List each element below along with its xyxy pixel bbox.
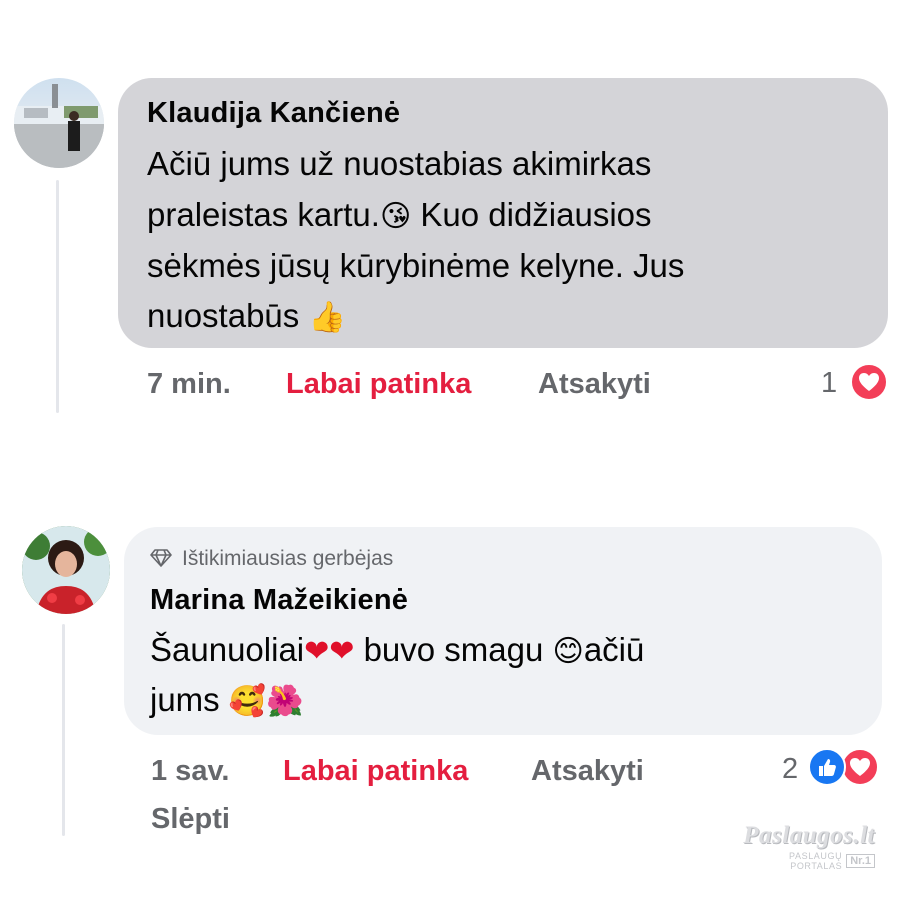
avatar-marina[interactable] (22, 526, 110, 614)
comment-text-line: Ačiū jums už nuostabias akimirkas (147, 145, 652, 182)
like-button[interactable]: Labai patinka (286, 368, 471, 401)
love-reaction-icon (841, 748, 879, 786)
top-fan-badge[interactable]: Ištikimiausias gerbėjas (150, 547, 393, 573)
person-photo-icon (14, 84, 104, 168)
comment-author[interactable]: Marina Mažeikienė (150, 584, 408, 617)
hide-replies-button[interactable]: Slėpti (151, 803, 230, 836)
thumbs-up-emoji-icon: 👍 (308, 300, 346, 335)
smiling-emoji-icon: 😊 (552, 634, 584, 669)
like-reaction-icon (808, 748, 846, 786)
comment-author[interactable]: Klaudija Kančienė (147, 97, 400, 130)
comment-text-line: Šaunuoliai❤❤ buvo smagu 😊ačiū (150, 631, 645, 669)
comment-text-line: nuostabūs 👍 (147, 297, 346, 335)
comment-text-line: jums 🥰🌺 (150, 681, 304, 719)
smiling-hearts-emoji-icon: 🥰 (228, 684, 267, 719)
reaction-count[interactable]: 1 (821, 367, 837, 400)
thread-line (56, 180, 59, 413)
comment-timestamp[interactable]: 7 min. (147, 368, 231, 401)
kiss-emoji-icon: 😘 (379, 199, 412, 234)
thread-line (62, 624, 65, 836)
reaction-count[interactable]: 2 (782, 753, 798, 786)
red-heart-icon: ❤❤ (304, 634, 355, 669)
comment-text-line: praleistas kartu.😘 Kuo didžiausios (147, 196, 652, 234)
watermark-tagline: PASLAUGŲ PORTALAS (789, 851, 843, 871)
watermark-brand: Paslaugos.lt (743, 822, 875, 849)
diamond-icon (150, 549, 172, 573)
avatar-klaudija[interactable] (14, 78, 104, 168)
comment-text-line: sėkmės jūsų kūrybinėme kelyne. Jus (147, 247, 685, 284)
love-reaction-icon (850, 363, 888, 401)
comment-timestamp[interactable]: 1 sav. (151, 755, 229, 788)
watermark-badge: Nr.1 (846, 854, 875, 868)
like-button[interactable]: Labai patinka (283, 755, 468, 788)
person-photo-icon (22, 526, 110, 614)
watermark-logo: Paslaugos.lt PASLAUGŲ PORTALAS Nr.1 (735, 822, 875, 871)
hibiscus-emoji-icon: 🌺 (266, 684, 304, 719)
reply-button[interactable]: Atsakyti (538, 368, 651, 401)
reply-button[interactable]: Atsakyti (531, 755, 644, 788)
